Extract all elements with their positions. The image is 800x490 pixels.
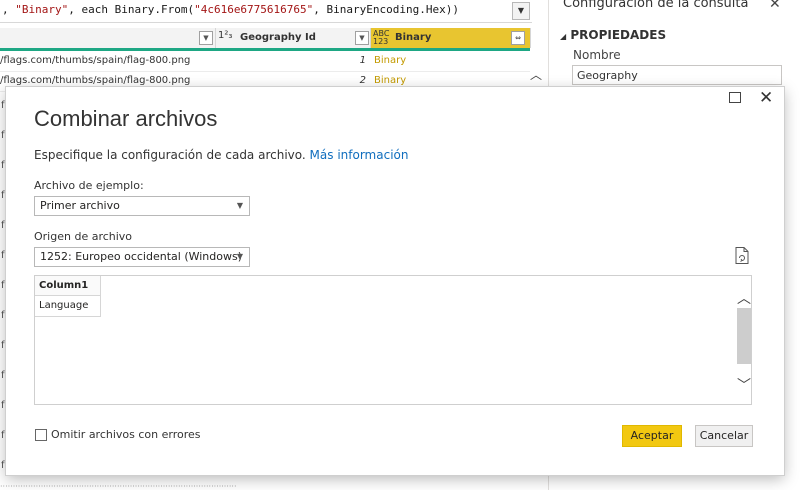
preview-table: Column1 Language (35, 276, 101, 317)
more-info-link[interactable]: Más información (310, 148, 409, 162)
row-marker: f (1, 310, 5, 321)
query-settings-title: Configuración de la consulta (563, 0, 749, 11)
skip-errors-checkbox[interactable] (35, 429, 47, 441)
column-label: Geography Id (240, 32, 316, 43)
chevron-down-icon: ▼ (236, 252, 243, 261)
chevron-down-icon: ▼ (236, 201, 243, 210)
chevron-down-icon[interactable]: ▼ (199, 31, 213, 45)
description-text: Especifique la configuración de cada arc… (34, 148, 306, 162)
url-cell: /flags.com/thumbs/spain/flag-800.png (0, 55, 191, 66)
row-marker: f (1, 340, 5, 351)
formula-text: , each Binary.From( (68, 3, 195, 16)
column-header-geography-id[interactable]: 1²₃ Geography Id ▼ (216, 28, 371, 48)
formula-text: , (2, 3, 16, 16)
column-header-url[interactable]: ▼ (0, 28, 216, 48)
column-header-binary[interactable]: ABC 123 Binary ⇔ (371, 28, 531, 48)
section-label: PROPIEDADES (570, 28, 667, 42)
preview-pane (34, 275, 752, 405)
row-marker: f (1, 160, 5, 171)
row-marker: f (1, 400, 5, 411)
ok-button[interactable]: Aceptar (622, 425, 682, 447)
row-marker: f (1, 430, 5, 441)
scroll-up-icon[interactable]: ︿ (528, 66, 544, 82)
maximize-icon[interactable] (729, 92, 741, 103)
scrollbar-thumb[interactable] (737, 308, 751, 364)
chevron-down-icon[interactable]: ▼ (355, 31, 369, 45)
row-marker: f (1, 130, 5, 141)
dialog-description: Especifique la configuración de cada arc… (34, 148, 408, 162)
column-label: Binary (395, 32, 432, 43)
sample-file-value: Primer archivo (40, 199, 120, 212)
sample-file-label: Archivo de ejemplo: (34, 179, 144, 192)
properties-section[interactable]: ◢ PROPIEDADES (560, 28, 666, 42)
row-marker: f (1, 460, 5, 471)
preview-cell: Language (35, 296, 101, 317)
skip-errors-label: Omitir archivos con errores (51, 428, 201, 441)
triangle-down-icon: ◢ (560, 32, 567, 41)
id-cell: 1 (359, 55, 366, 66)
formula-text: , BinaryEncoding.Hex)) (313, 3, 459, 16)
grid-partial-row: ········································… (0, 482, 237, 490)
file-origin-value: 1252: Europeo occidental (Windows) (40, 250, 243, 263)
scroll-down-icon[interactable]: ﹀ (737, 375, 751, 395)
expand-column-icon[interactable]: ⇔ (511, 31, 525, 45)
row-marker: f (1, 250, 5, 261)
row-marker: f (1, 220, 5, 231)
any-type-icon: ABC 123 (373, 29, 390, 46)
preview-column-header: Column1 (35, 276, 101, 296)
chevron-down-icon[interactable]: ▼ (512, 2, 530, 20)
row-marker: f (1, 190, 5, 201)
close-icon[interactable]: ✕ (769, 0, 781, 12)
file-origin-label: Origen de archivo (34, 230, 133, 243)
table-row: /flags.com/thumbs/spain/flag-800.png 1 B… (0, 51, 530, 72)
row-marker: f (1, 370, 5, 381)
binary-link[interactable]: Binary (374, 51, 406, 71)
formula-string: "Binary" (15, 3, 69, 16)
name-label: Nombre (573, 48, 621, 62)
dialog-title: Combinar archivos (34, 106, 218, 131)
scroll-up-icon[interactable]: ︿ (737, 288, 751, 308)
query-name-input[interactable]: Geography (572, 65, 782, 85)
close-icon[interactable]: ✕ (759, 88, 773, 108)
formula-string: "4c616e6775616765" (194, 3, 314, 16)
file-origin-select[interactable]: 1252: Europeo occidental (Windows) ▼ (34, 247, 250, 267)
cancel-button[interactable]: Cancelar (695, 425, 753, 447)
number-type-icon: 1²₃ (218, 30, 233, 41)
row-marker: f (1, 280, 5, 291)
formula-bar[interactable]: , "Binary", each Binary.From("4c616e6775… (0, 0, 532, 23)
row-marker: f (1, 100, 5, 111)
refresh-file-icon[interactable] (735, 247, 749, 264)
grid-header: ▼ 1²₃ Geography Id ▼ ABC 123 Binary ⇔ (0, 28, 531, 51)
sample-file-select[interactable]: Primer archivo ▼ (34, 196, 250, 216)
